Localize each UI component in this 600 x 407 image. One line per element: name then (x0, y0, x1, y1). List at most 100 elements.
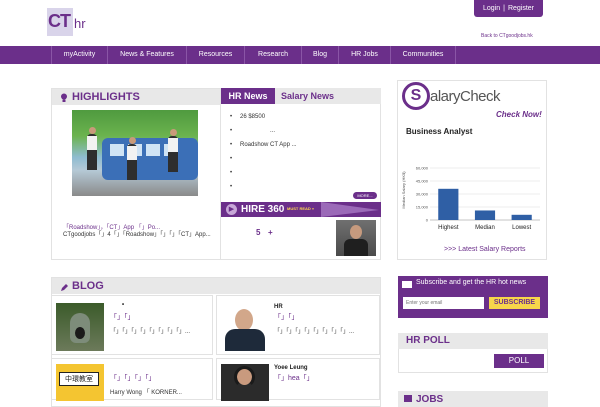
news-list-item[interactable]: Roadshow CT App ... (230, 138, 380, 152)
hire-icon: ▶ (226, 204, 237, 215)
chart-tick-label: 0 (426, 218, 429, 223)
salary-logo-text: alaryCheck (430, 88, 501, 105)
login-register-box: Login | Register (474, 0, 543, 17)
subscribe-text: Subscribe and get the HR hot news (416, 279, 527, 286)
chart-tick-label: 15,000 (416, 205, 429, 210)
news-tabs: HR News Salary News (221, 88, 381, 104)
blog-card[interactable]: Yoee Leung 「」hea「」 (216, 358, 380, 401)
blog-post-link[interactable]: 「」hea「」 (274, 373, 314, 383)
envelope-icon (402, 281, 412, 288)
highlight-caption-body: CTgoodjobs「」4「」「Roadshow」「」「」「CT」App... (63, 232, 211, 238)
chart-tick-label: 60,000 (416, 166, 429, 171)
back-to-ctgoodjobs-link[interactable]: Back to CTgoodjobs.hk (481, 33, 533, 39)
blog-post-link[interactable]: 「」「」 (110, 312, 135, 322)
blog-header: BLOG (52, 278, 380, 294)
blog-author: • (122, 302, 125, 308)
nav-item-myactivity[interactable]: myActivity (51, 46, 107, 64)
latest-salary-reports-link[interactable]: >>> Latest Salary Reports (444, 246, 526, 253)
pencil-icon (60, 281, 68, 291)
blog-card[interactable]: HR 「」「」 「」「」「」「」「」「」「」「」... (216, 295, 380, 355)
person-figure (87, 127, 97, 170)
nav-item-news-features[interactable]: News & Features (107, 46, 186, 64)
top-bar: CT hr Login | Register Back to CTgoodjob… (0, 0, 600, 46)
hire-pager-number[interactable]: 5 (256, 228, 260, 237)
chart-category-labels: Highest Median Lowest (438, 225, 531, 231)
blog-card[interactable]: 中環教室 「」「」「」「」 Harry Wong 「 KORNER... (51, 358, 213, 401)
hire-person-photo[interactable] (336, 220, 376, 256)
nav-item-resources[interactable]: Resources (186, 46, 244, 64)
salary-logo-circle: S (402, 82, 430, 110)
blog-title: BLOG (72, 280, 104, 292)
blog-post-link[interactable]: 「」「」 (274, 312, 299, 322)
panel-divider (220, 88, 221, 260)
news-list-item[interactable] (230, 166, 380, 180)
nav-item-communities[interactable]: Communities (390, 46, 456, 64)
login-link[interactable]: Login (483, 5, 500, 12)
email-input[interactable] (403, 297, 484, 309)
hire-pager-plus[interactable]: + (268, 228, 273, 237)
briefcase-icon (404, 395, 412, 402)
nav-item-blog[interactable]: Blog (301, 46, 338, 64)
must-read-label: MUST READ » (287, 206, 315, 211)
nav-item-research[interactable]: Research (244, 46, 301, 64)
blog-thumb-sign: 中環教室 (59, 372, 99, 386)
news-list-item[interactable] (230, 152, 380, 166)
bus-shape (102, 138, 198, 180)
news-list: 26 $8500 ... Roadshow CT App ... (230, 110, 380, 194)
blog-post-link[interactable]: 「」「」「」「」 (110, 373, 156, 383)
person-figure (127, 137, 137, 180)
bus-window (110, 144, 124, 156)
blog-post-excerpt: 「」「」「」「」「」「」「」「」... (274, 329, 355, 335)
chart-bar (438, 188, 459, 220)
poll-button[interactable]: POLL (494, 354, 544, 368)
register-link[interactable]: Register (508, 5, 534, 12)
jobs-header: JOBS (398, 391, 548, 407)
chart-tick-label: 30,000 (416, 192, 429, 197)
chart-bars (438, 188, 532, 220)
news-item-text: ... (270, 128, 276, 134)
lightbulb-icon (60, 92, 68, 102)
logo-ct-text: CT (48, 11, 71, 31)
chart-tick-label: 45,000 (416, 179, 429, 184)
chart-category-label: Highest (438, 225, 459, 231)
blog-post-excerpt: 「」「」「」「」「」「」「」「」... (110, 329, 191, 335)
chart-bar (511, 214, 532, 220)
blog-author: Yoee Leung (274, 365, 308, 371)
blog-card[interactable]: • 「」「」 「」「」「」「」「」「」「」「」... (51, 295, 213, 355)
subscribe-button[interactable]: SUBSCRIBE (489, 297, 540, 309)
news-list-item[interactable]: 26 $8500 (230, 110, 380, 124)
blog-thumb (221, 303, 269, 351)
blog-thumb (221, 364, 269, 401)
highlights-title: HIGHLIGHTS (72, 91, 140, 103)
nav-item-hr-jobs[interactable]: HR Jobs (338, 46, 390, 64)
tab-salary-news[interactable]: Salary News (281, 88, 334, 104)
hr-poll-title: HR POLL (398, 333, 548, 349)
chart-tick-labels: 0 15,000 30,000 45,000 60,000 (416, 166, 429, 223)
face-shape (350, 225, 362, 239)
subscribe-box: Subscribe and get the HR hot news SUBSCR… (398, 276, 548, 318)
chart-category-label: Median (475, 225, 495, 231)
chart-bar (474, 210, 496, 220)
highlight-photo[interactable] (72, 110, 198, 196)
tab-hr-news[interactable]: HR News (221, 88, 275, 104)
person-figure (168, 129, 178, 172)
bus-window (146, 144, 160, 156)
suit-shape (344, 239, 368, 256)
login-divider: | (503, 5, 505, 12)
chart-y-axis-label: Median Salary (HK$) (401, 171, 406, 209)
salary-bar-chart: Median Salary (HK$) 0 15,000 30,000 45,000 6… (401, 166, 540, 231)
main-nav: myActivity News & Features Resources Res… (0, 46, 600, 64)
highlights-header: HIGHLIGHTS (52, 89, 221, 105)
ct-hr-logo[interactable]: CT hr (47, 8, 93, 36)
check-now-link[interactable]: Check Now! (496, 110, 542, 119)
news-list-item[interactable]: ... (230, 124, 380, 138)
blog-post-excerpt: Harry Wong 「 KORNER... (110, 390, 182, 396)
hire-360-title: HIRE 360 (241, 204, 285, 215)
salary-check-logo[interactable]: S alaryCheck (402, 82, 550, 112)
blog-thumb: 中環教室 (56, 364, 104, 401)
logo-hr-text: hr (74, 16, 86, 31)
highlight-caption-link[interactable]: 「Roadshow」，「CT」App 「」Po... (63, 222, 218, 231)
more-button[interactable]: MORE... (353, 192, 377, 199)
blog-author: HR (274, 304, 283, 310)
hire-360-banner[interactable]: ▶ HIRE 360 MUST READ » (221, 202, 381, 217)
